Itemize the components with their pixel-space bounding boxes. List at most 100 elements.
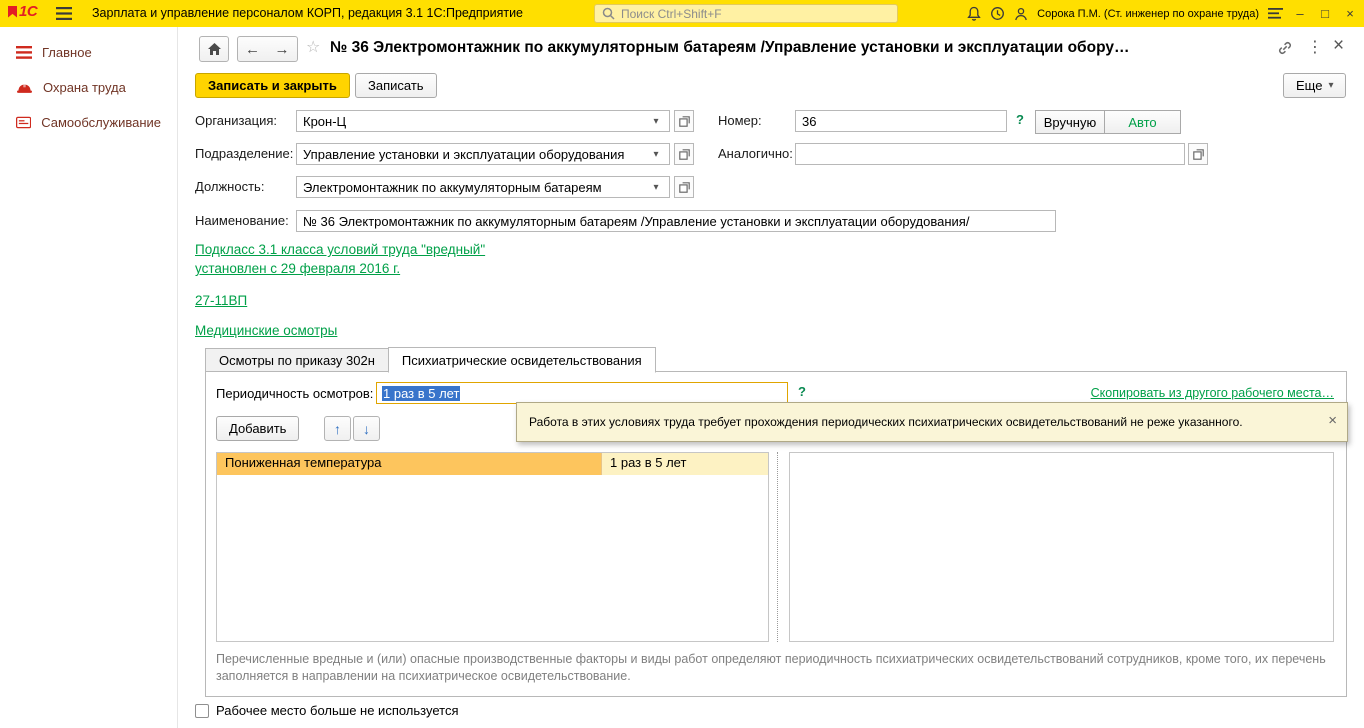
1c-logo-text: 1С: [19, 3, 38, 20]
panel-footnote: Перечисленные вредные и (или) опасные пр…: [216, 652, 1326, 683]
auto-number-button[interactable]: Авто: [1104, 110, 1181, 134]
periodicity-help-icon[interactable]: ?: [798, 384, 806, 399]
department-combobox[interactable]: Управление установки и эксплуатации обор…: [296, 143, 670, 165]
window-maximize-button[interactable]: □: [1317, 0, 1333, 27]
works-list[interactable]: [789, 452, 1334, 642]
hard-hat-icon: [17, 82, 32, 93]
home-button[interactable]: [199, 36, 229, 62]
position-label: Должность:: [195, 179, 265, 194]
notifications-bell-icon[interactable]: [967, 6, 981, 22]
splitter-handle[interactable]: [777, 452, 778, 642]
workplace-unused-checkbox[interactable]: Рабочее место больше не используется: [195, 703, 458, 718]
subclass-link-line2[interactable]: установлен с 29 февраля 2016 г.: [195, 261, 400, 276]
1c-flag-icon: [8, 5, 17, 18]
tab-psychiatric[interactable]: Психиатрические освидетельствования: [387, 347, 656, 373]
current-user-name[interactable]: Сорока П.М. (Ст. инженер по охране труда…: [1037, 8, 1259, 20]
sidebar-item-labor-safety[interactable]: Охрана труда: [0, 70, 177, 105]
add-button[interactable]: Добавить: [216, 416, 300, 441]
similar-field[interactable]: [795, 143, 1185, 165]
name-field[interactable]: № 36 Электромонтажник по аккумуляторным …: [296, 210, 1056, 232]
factor-period-cell[interactable]: 1 раз в 5 лет: [602, 453, 768, 475]
number-value: 36: [802, 113, 817, 129]
tab-strip: Осмотры по приказу 302н Психиатрические …: [205, 347, 656, 373]
organization-combobox[interactable]: Крон-Ц ▾: [296, 110, 670, 132]
checkbox-box[interactable]: [195, 703, 209, 718]
window-minimize-button[interactable]: –: [1292, 0, 1308, 27]
organization-label: Организация:: [195, 113, 278, 128]
history-icon[interactable]: [990, 6, 1005, 21]
department-value: Управление установки и эксплуатации обор…: [303, 146, 625, 162]
card-icon: [16, 116, 32, 129]
sections-panel: Главное Охрана труда Самообслуживание: [0, 27, 178, 728]
number-label: Номер:: [718, 113, 762, 128]
sidebar-item-label: Самообслуживание: [41, 115, 161, 130]
tab-order-302n[interactable]: Осмотры по приказу 302н: [205, 348, 389, 372]
dropdown-icon[interactable]: ▾: [649, 116, 663, 127]
more-button[interactable]: Еще ▾: [1283, 73, 1347, 98]
chevron-down-icon: ▾: [1328, 80, 1334, 91]
move-up-button[interactable]: ↑: [324, 416, 351, 441]
more-button-label: Еще: [1296, 78, 1323, 93]
dropdown-icon[interactable]: ▾: [649, 149, 663, 160]
manual-number-button[interactable]: Вручную: [1035, 110, 1105, 134]
app-title: Зарплата и управление персоналом КОРП, р…: [92, 6, 524, 20]
favorite-star-icon[interactable]: ☆: [306, 40, 320, 56]
global-search-input[interactable]: Поиск Ctrl+Shift+F: [594, 4, 898, 23]
open-icon: [678, 115, 690, 127]
panels-settings-icon[interactable]: [1268, 8, 1283, 19]
subclass-link-line1[interactable]: Подкласс 3.1 класса условий труда "вредн…: [195, 242, 485, 257]
hint-close-icon[interactable]: ×: [1328, 413, 1337, 428]
number-help-icon[interactable]: ?: [1016, 112, 1024, 127]
position-open-button[interactable]: [674, 176, 694, 198]
similar-open-button[interactable]: [1188, 143, 1208, 165]
factor-name-cell[interactable]: Пониженная температура: [217, 453, 602, 475]
move-down-button[interactable]: ↓: [353, 416, 380, 441]
similar-label: Аналогично:: [718, 146, 793, 161]
organization-value: Крон-Ц: [303, 113, 347, 129]
medical-checkups-link[interactable]: Медицинские осмотры: [195, 323, 337, 338]
open-icon: [678, 181, 690, 193]
sidebar-item-main[interactable]: Главное: [0, 35, 177, 70]
sidebar-item-label: Охрана труда: [43, 80, 126, 95]
organization-open-button[interactable]: [674, 110, 694, 132]
home-icon: [207, 43, 221, 55]
name-value: № 36 Электромонтажник по аккумуляторным …: [303, 213, 970, 229]
department-label: Подразделение:: [195, 146, 294, 161]
number-field[interactable]: 36: [795, 110, 1007, 132]
position-value: Электромонтажник по аккумуляторным батар…: [303, 179, 602, 195]
get-link-icon[interactable]: [1277, 40, 1293, 59]
factors-table[interactable]: Пониженная температура 1 раз в 5 лет: [216, 452, 769, 642]
checkbox-label: Рабочее место больше не используется: [216, 703, 459, 718]
copy-from-other-workplace-link[interactable]: Скопировать из другого рабочего места…: [1091, 386, 1334, 400]
main-menu-icon[interactable]: [56, 7, 72, 23]
dropdown-icon[interactable]: ▾: [649, 182, 663, 193]
search-placeholder: Поиск Ctrl+Shift+F: [621, 6, 722, 21]
page-title: № 36 Электромонтажник по аккумуляторным …: [330, 39, 1130, 56]
hint-text: Работа в этих условиях труда требует про…: [529, 415, 1243, 429]
psychiatric-panel: Периодичность осмотров: 1 раз в 5 лет ? …: [205, 371, 1348, 697]
periodicity-field[interactable]: 1 раз в 5 лет: [376, 382, 788, 404]
titlebar: 1С Зарплата и управление персоналом КОРП…: [0, 0, 1364, 27]
sidebar-item-self-service[interactable]: Самообслуживание: [0, 105, 177, 140]
window-close-button[interactable]: ×: [1342, 0, 1358, 27]
open-icon: [1192, 148, 1204, 160]
main-section-icon: [16, 46, 32, 59]
position-combobox[interactable]: Электромонтажник по аккумуляторным батар…: [296, 176, 670, 198]
search-icon: [602, 7, 615, 20]
name-label: Наименование:: [195, 213, 289, 228]
save-and-close-button[interactable]: Записать и закрыть: [195, 73, 350, 98]
close-form-button[interactable]: ×: [1333, 35, 1344, 57]
1c-logo: 1С: [8, 3, 38, 20]
open-icon: [678, 148, 690, 160]
user-icon[interactable]: [1014, 7, 1028, 21]
benefit-code-link[interactable]: 27-11ВП: [195, 293, 247, 308]
department-open-button[interactable]: [674, 143, 694, 165]
more-commands-icon[interactable]: ⋮: [1307, 37, 1323, 57]
back-button[interactable]: ←: [237, 36, 268, 62]
forward-button[interactable]: →: [267, 36, 298, 62]
save-button[interactable]: Записать: [355, 73, 437, 98]
periodicity-label: Периодичность осмотров:: [216, 386, 374, 401]
sidebar-item-label: Главное: [42, 45, 92, 60]
workplace-form: ← → ☆ № 36 Электромонтажник по аккумулят…: [178, 27, 1364, 728]
factor-row[interactable]: Пониженная температура 1 раз в 5 лет: [217, 453, 768, 475]
